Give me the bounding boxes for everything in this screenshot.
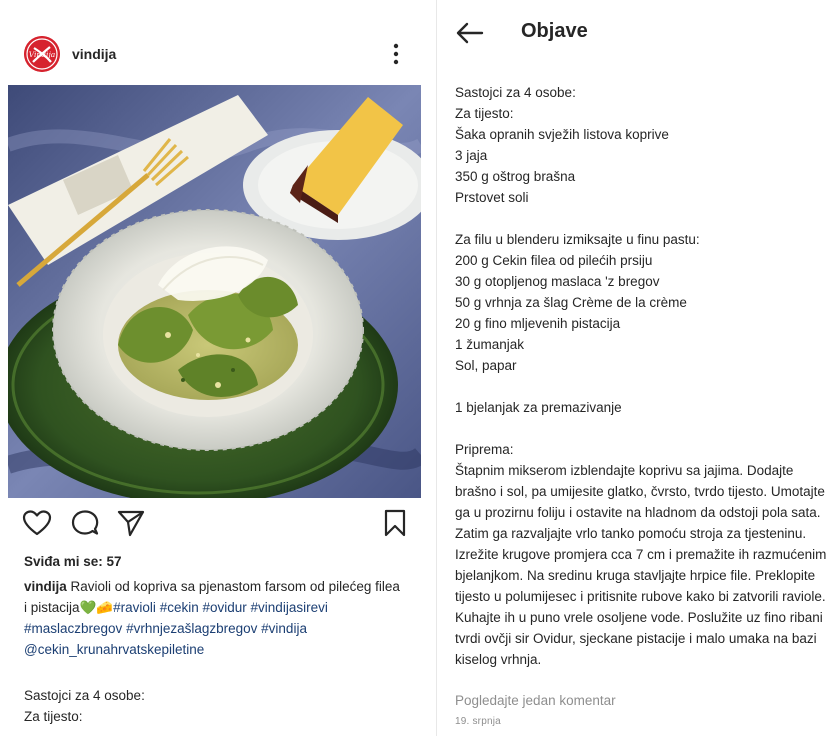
hashtag-link[interactable]: #cekin bbox=[160, 600, 199, 615]
hashtag-link[interactable]: #vrhnjezašlagzbregov bbox=[126, 621, 257, 636]
svg-text:Vindija: Vindija bbox=[29, 50, 56, 59]
post-caption: vindija Ravioli od kopriva sa pjenastom … bbox=[24, 576, 404, 660]
more-vertical-icon[interactable] bbox=[386, 40, 406, 68]
mention-link[interactable]: @cekin_krunahrvatskepiletine bbox=[24, 642, 204, 657]
comment-bubble-icon[interactable] bbox=[70, 508, 100, 538]
ravioli-dish-image bbox=[8, 85, 421, 498]
hashtag-link[interactable]: #vindijasirevi bbox=[251, 600, 328, 615]
post-photo[interactable] bbox=[8, 85, 421, 498]
hashtag-link[interactable]: #ravioli bbox=[113, 600, 156, 615]
heart-icon[interactable] bbox=[22, 508, 52, 538]
view-comments-link[interactable]: Pogledajte jedan komentar bbox=[455, 693, 616, 708]
hashtag-link[interactable]: #maslaczbregov bbox=[24, 621, 122, 636]
recipe-line: 200 g Cekin filea od pilećih prsiju bbox=[455, 253, 653, 268]
recipe-line: 1 bjelanjak za premazivanje bbox=[455, 400, 622, 415]
caption-emoji: 💚🧀 bbox=[79, 600, 114, 615]
recipe-line: 50 g vrhnja za šlag Crème de la crème bbox=[455, 295, 687, 310]
likes-count[interactable]: Sviđa mi se: 57 bbox=[24, 554, 122, 569]
recipe-line: 350 g oštrog brašna bbox=[455, 169, 576, 184]
recipe-text: Sastojci za 4 osobe: Za tijesto: Šaka opra… bbox=[455, 82, 835, 670]
arrow-left-icon[interactable] bbox=[455, 18, 485, 48]
post-username[interactable]: vindija bbox=[72, 46, 116, 62]
caption-username[interactable]: vindija bbox=[24, 579, 67, 594]
bookmark-icon[interactable] bbox=[380, 508, 410, 538]
paper-plane-icon[interactable] bbox=[116, 508, 146, 538]
recipe-line: 3 jaja bbox=[455, 148, 488, 163]
recipe-blank-line bbox=[455, 418, 835, 439]
recipe-line: Sol, papar bbox=[455, 358, 517, 373]
recipe-blank-line bbox=[455, 376, 835, 397]
recipe-line: Štapnim mikserom izblendajte koprivu sa … bbox=[455, 463, 825, 520]
recipe-line: Prstovet soli bbox=[455, 190, 529, 205]
recipe-line: Šaka opranih svježih listova koprive bbox=[455, 127, 669, 142]
post-actions-bar bbox=[0, 508, 428, 542]
recipe-line: Za tijesto: bbox=[455, 106, 514, 121]
caption-preview: Sastojci za 4 osobe: Za tijesto: bbox=[24, 685, 404, 727]
recipe-line: 30 g otopljenog maslaca 'z bregov bbox=[455, 274, 660, 289]
post-date: 19. srpnja bbox=[455, 716, 501, 727]
vindija-logo-icon: Vindija bbox=[24, 36, 60, 72]
caption-preview-line: Sastojci za 4 osobe: bbox=[24, 688, 145, 703]
recipe-line: Zatim ga razvaljajte vrlo tanko pomoću s… bbox=[455, 526, 827, 667]
page-title: Objave bbox=[521, 20, 588, 42]
post-detail-panel: Objave Sastojci za 4 osobe: Za tijesto: Ša… bbox=[437, 0, 840, 736]
avatar[interactable]: Vindija bbox=[24, 36, 60, 72]
post-header: Vindija vindija bbox=[0, 34, 428, 78]
recipe-line: Za filu u blenderu izmiksajte u finu pas… bbox=[455, 232, 700, 247]
recipe-line: Sastojci za 4 osobe: bbox=[455, 85, 576, 100]
hashtag-link[interactable]: #vindija bbox=[261, 621, 307, 636]
recipe-line: 1 žumanjak bbox=[455, 337, 525, 352]
feed-post-panel: Vindija vindija Sviđa mi se: 57 vindija … bbox=[0, 0, 428, 736]
caption-preview-line: Za tijesto: bbox=[24, 709, 83, 724]
recipe-line: Priprema: bbox=[455, 442, 514, 457]
top-bar: Objave bbox=[437, 0, 840, 64]
hashtag-link[interactable]: #ovidur bbox=[203, 600, 247, 615]
recipe-blank-line bbox=[455, 208, 835, 229]
recipe-line: 20 g fino mljevenih pistacija bbox=[455, 316, 621, 331]
